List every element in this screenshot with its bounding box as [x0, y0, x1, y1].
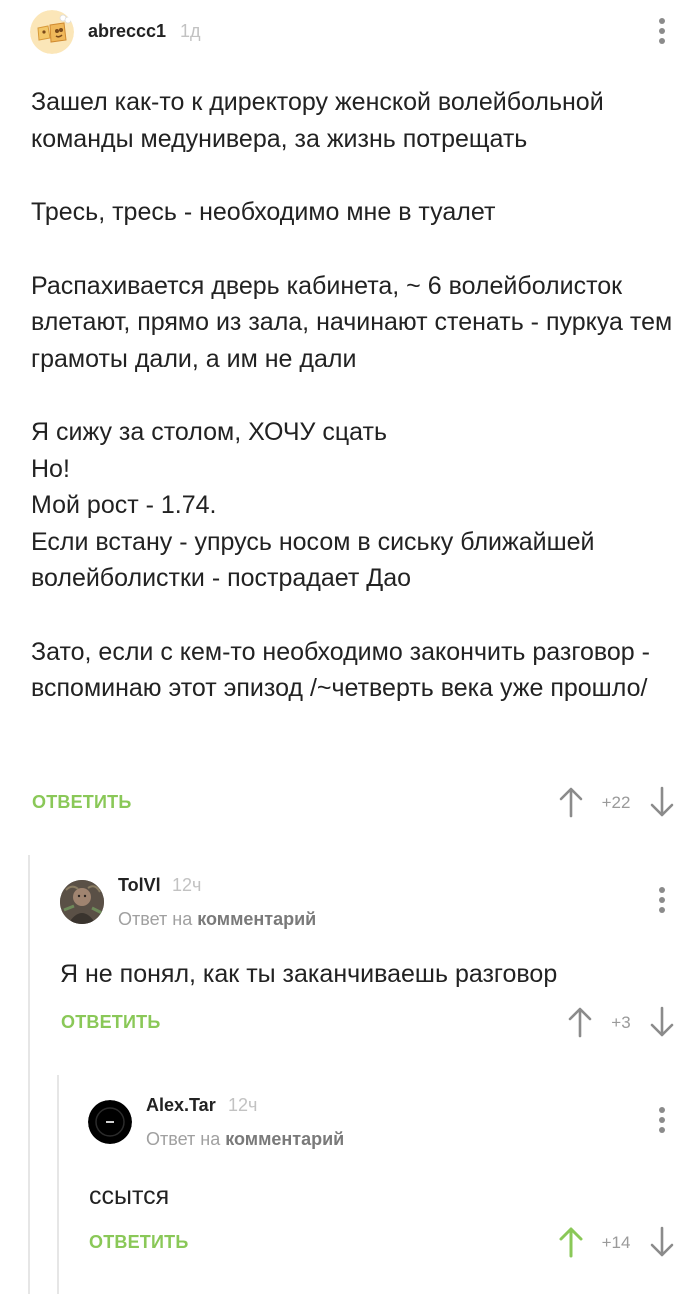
- downvote-button[interactable]: [649, 1006, 675, 1038]
- reply-to-prefix: Ответ на: [118, 909, 193, 929]
- rating-value: +22: [601, 793, 631, 812]
- avatar[interactable]: [60, 880, 104, 924]
- avatar-image: [88, 1100, 132, 1144]
- upvote-button[interactable]: [558, 1226, 584, 1258]
- comment-paragraph: Я сижу за столом, ХОЧУ сцать Но! Мой рос…: [31, 418, 595, 592]
- comment-author[interactable]: TolVl: [118, 875, 161, 896]
- rating-value: +3: [611, 1013, 631, 1032]
- more-vertical-icon-dot: [659, 897, 665, 903]
- downvote-button[interactable]: [649, 786, 675, 818]
- comment-body: Я не понял, как ты заканчиваешь разговор: [60, 956, 680, 993]
- arrow-up-icon: [559, 787, 583, 818]
- comment-author[interactable]: Alex.Tar: [146, 1095, 216, 1116]
- comment-author[interactable]: abreccc1: [88, 21, 166, 42]
- reply-to-link[interactable]: комментарий: [225, 1129, 344, 1149]
- upvote-button[interactable]: [567, 1006, 593, 1038]
- comment-paragraph: Зато, если с кем-то необходимо закончить…: [31, 637, 650, 703]
- comment-time: 12ч: [172, 875, 202, 895]
- arrow-down-icon: [650, 1006, 674, 1037]
- arrow-down-icon: [650, 1226, 674, 1257]
- arrow-down-icon: [650, 786, 674, 817]
- reply-to-link[interactable]: комментарий: [197, 909, 316, 929]
- arrow-up-icon: [568, 1007, 592, 1038]
- avatar-image: [30, 10, 74, 54]
- comment-reply: Alex.Tar 12ч Ответ на комментарий ссытся…: [0, 1070, 700, 1294]
- avatar-image: [60, 880, 104, 924]
- more-vertical-icon-dot: [659, 1117, 665, 1123]
- upvote-button[interactable]: [558, 786, 584, 818]
- reply-button[interactable]: ОТВЕТИТЬ: [32, 792, 131, 813]
- arrow-up-icon: [559, 1227, 583, 1258]
- reply-button[interactable]: ОТВЕТИТЬ: [89, 1232, 188, 1253]
- comment-body: ссытся: [89, 1178, 679, 1215]
- more-vertical-icon-dot: [659, 907, 665, 913]
- more-vertical-icon-dot: [659, 28, 665, 34]
- more-options-button[interactable]: [650, 1102, 674, 1138]
- comment-paragraph: ссытся: [89, 1182, 170, 1210]
- rating-value: +14: [601, 1233, 631, 1252]
- reply-button[interactable]: ОТВЕТИТЬ: [61, 1012, 160, 1033]
- reply-to-label: Ответ на комментарий: [118, 909, 316, 930]
- avatar[interactable]: [30, 10, 74, 54]
- comment-paragraph: Тресь, тресь - необходимо мне в туалет: [31, 198, 496, 226]
- more-vertical-icon-dot: [659, 1127, 665, 1133]
- comment-reply: TolVl 12ч Ответ на комментарий Я не поня…: [0, 850, 700, 1050]
- more-vertical-icon: [659, 1107, 665, 1113]
- comment-time: 12ч: [228, 1095, 258, 1115]
- more-options-button[interactable]: [650, 13, 674, 49]
- avatar[interactable]: [88, 1100, 132, 1144]
- comment-time: 1д: [180, 21, 201, 41]
- more-vertical-icon-dot: [659, 38, 665, 44]
- comment: abreccc1 1д Зашел как-то к директору жен…: [0, 0, 700, 830]
- more-vertical-icon: [659, 18, 665, 24]
- downvote-button[interactable]: [649, 1226, 675, 1258]
- comment-paragraph: Зашел как-то к директору женской волейбо…: [31, 88, 604, 153]
- reply-to-prefix: Ответ на: [146, 1129, 221, 1149]
- more-vertical-icon: [659, 887, 665, 893]
- comment-paragraph: Я не понял, как ты заканчиваешь разговор: [60, 960, 558, 988]
- comment-body: Зашел как-то к директору женской волейбо…: [31, 84, 681, 707]
- more-options-button[interactable]: [650, 882, 674, 918]
- comment-paragraph: Распахивается дверь кабинета, ~ 6 волейб…: [31, 271, 673, 373]
- reply-to-label: Ответ на комментарий: [146, 1129, 344, 1150]
